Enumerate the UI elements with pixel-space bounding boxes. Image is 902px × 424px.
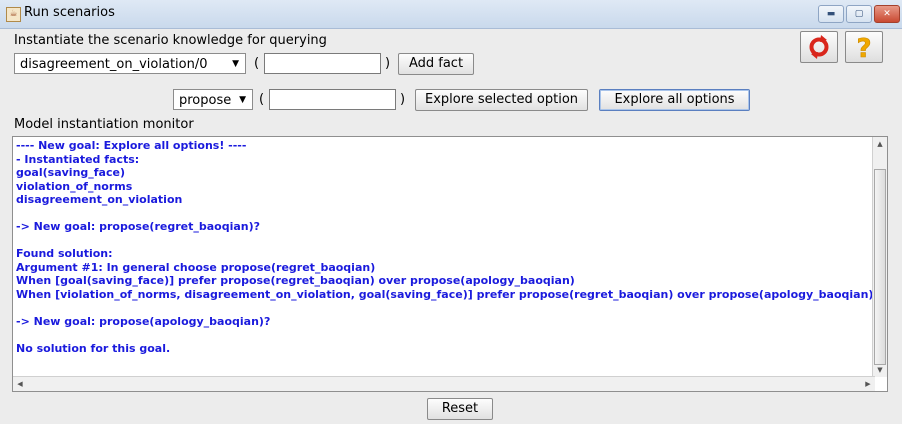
explore-all-button[interactable]: Explore all options bbox=[599, 89, 750, 111]
monitor-line: -> New goal: propose(regret_baoqian)? bbox=[16, 220, 261, 233]
chevron-down-icon: ▼ bbox=[232, 59, 239, 69]
fact-open-paren: ( bbox=[254, 56, 260, 71]
fact-select[interactable]: disagreement_on_violation/0 ▼ bbox=[14, 53, 246, 74]
reset-scenario-button[interactable] bbox=[800, 31, 838, 63]
monitor-line bbox=[16, 328, 876, 342]
query-open-paren: ( bbox=[259, 92, 265, 107]
scroll-up-icon[interactable]: ▲ bbox=[873, 137, 887, 151]
monitor-line: - Instantiated facts: bbox=[16, 152, 140, 166]
monitor-line: Found solution: bbox=[16, 247, 113, 260]
monitor-log: ---- New goal: Explore all options! ----… bbox=[16, 139, 876, 373]
vertical-scrollbar[interactable]: ▲ ▼ bbox=[872, 137, 887, 377]
monitor-line: -> New goal: propose(apology_baoqian)? bbox=[16, 314, 271, 328]
fact-select-value: disagreement_on_violation/0 bbox=[20, 57, 208, 72]
scroll-left-icon[interactable]: ◀ bbox=[13, 377, 27, 391]
svg-text:?: ? bbox=[856, 34, 871, 62]
monitor-panel[interactable]: ---- New goal: Explore all options! ----… bbox=[12, 136, 888, 392]
monitor-line: Argument #1: In general choose propose(r… bbox=[16, 260, 376, 274]
vertical-scroll-thumb[interactable] bbox=[874, 169, 886, 365]
add-fact-button[interactable]: Add fact bbox=[398, 53, 474, 75]
monitor-line: When [goal(saving_face)] prefer propose(… bbox=[16, 274, 575, 287]
monitor-line: ---- New goal: Explore all options! ---- bbox=[16, 139, 247, 152]
explore-selected-button[interactable]: Explore selected option bbox=[415, 89, 588, 111]
window-title: Run scenarios bbox=[24, 5, 115, 20]
monitor-line: violation_of_norms bbox=[16, 179, 133, 193]
monitor-line bbox=[16, 207, 876, 221]
title-bar: ☕ Run scenarios ▬ ▢ ✕ bbox=[0, 0, 902, 29]
query-close-paren: ) bbox=[400, 92, 406, 107]
predicate-select-value: propose bbox=[179, 93, 232, 108]
monitor-line: goal(saving_face) bbox=[16, 166, 125, 179]
chevron-down-icon: ▼ bbox=[239, 95, 246, 105]
monitor-line bbox=[16, 234, 876, 248]
maximize-icon[interactable]: ▢ bbox=[846, 5, 872, 23]
instantiate-label: Instantiate the scenario knowledge for q… bbox=[14, 33, 327, 48]
query-argument-input[interactable] bbox=[269, 89, 396, 110]
scroll-down-icon[interactable]: ▼ bbox=[873, 363, 887, 377]
horizontal-scrollbar[interactable]: ◀ ▶ bbox=[13, 376, 875, 391]
fact-close-paren: ) bbox=[385, 56, 391, 71]
help-button[interactable]: ? bbox=[845, 31, 883, 65]
question-mark-icon: ? bbox=[856, 34, 872, 65]
predicate-select[interactable]: propose ▼ bbox=[173, 89, 253, 110]
scroll-right-icon[interactable]: ▶ bbox=[861, 377, 875, 391]
fact-argument-input[interactable] bbox=[264, 53, 381, 74]
monitor-line bbox=[16, 301, 876, 315]
refresh-icon bbox=[809, 35, 829, 59]
monitor-line: When [violation_of_norms, disagreement_o… bbox=[16, 287, 874, 301]
run-scenarios-window: ☕ Run scenarios ▬ ▢ ✕ Instantiate the sc… bbox=[0, 0, 902, 424]
java-cup-icon: ☕ bbox=[6, 7, 21, 22]
monitor-line: No solution for this goal. bbox=[16, 341, 171, 355]
window-controls: ▬ ▢ ✕ bbox=[818, 5, 900, 23]
close-icon[interactable]: ✕ bbox=[874, 5, 900, 23]
reset-button[interactable]: Reset bbox=[427, 398, 493, 420]
monitor-label: Model instantiation monitor bbox=[14, 117, 194, 132]
monitor-line: disagreement_on_violation bbox=[16, 193, 183, 206]
minimize-icon[interactable]: ▬ bbox=[818, 5, 844, 23]
